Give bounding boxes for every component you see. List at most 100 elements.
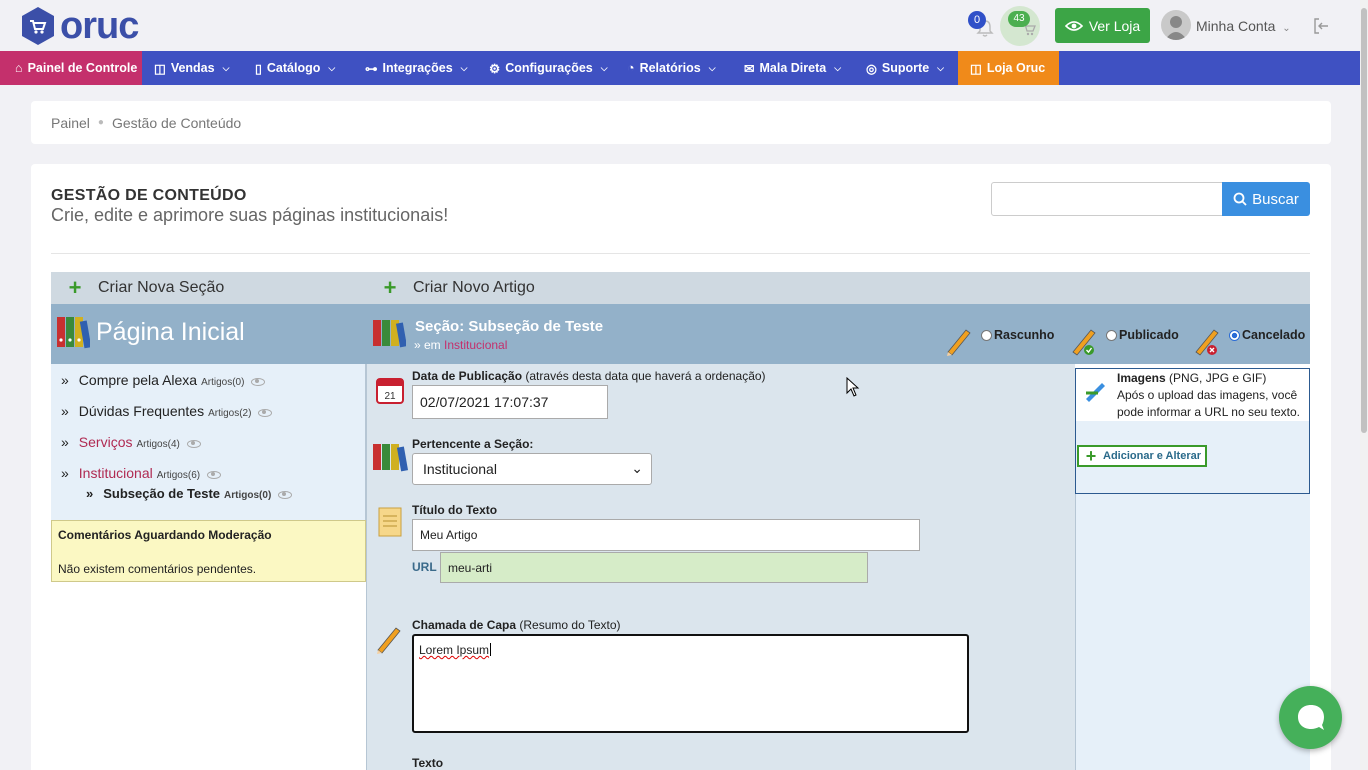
home-page-header[interactable]: Página Inicial xyxy=(51,304,366,364)
mail-icon: ✉ xyxy=(744,61,755,76)
new-article-button[interactable]: + Criar Novo Artigo xyxy=(381,272,535,304)
logout-icon[interactable] xyxy=(1312,17,1330,35)
nav-integracoes[interactable]: ⊶ Integrações ⌵ xyxy=(353,51,477,85)
chevron-down-icon: ⌵ xyxy=(460,62,468,73)
nav-label: Loja Oruc xyxy=(986,61,1046,75)
section-parent-prefix: » em xyxy=(414,338,441,352)
section-parent-link[interactable]: Institucional xyxy=(444,338,507,352)
nav-label: Suporte xyxy=(881,61,930,75)
account-label: Minha Conta xyxy=(1196,18,1276,34)
eye-icon[interactable] xyxy=(258,409,273,417)
nav-painel[interactable]: ⌂ Painel de Controle xyxy=(0,51,142,85)
images-title: Imagens xyxy=(1117,371,1166,385)
search-button-label: Buscar xyxy=(1252,190,1299,208)
section-list: » Compre pela Alexa Artigos(0) » Dúvidas Fr… xyxy=(51,364,366,521)
add-images-button[interactable]: + Adicionar e Alterar xyxy=(1077,445,1207,467)
binders-icon xyxy=(373,320,406,348)
section-parent-line: » em Institucional xyxy=(414,338,507,352)
cart-icon: ◫ xyxy=(154,61,166,76)
chat-bubble-icon xyxy=(1298,705,1324,730)
summary-value: Lorem Ipsum xyxy=(419,643,490,657)
list-item-name[interactable]: Compre pela Alexa xyxy=(79,372,197,388)
list-item-count: Artigos(4) xyxy=(136,439,180,450)
status-cancelado[interactable]: Cancelado xyxy=(1229,328,1305,342)
add-images-label: Adicionar e Alterar xyxy=(1103,450,1202,462)
list-item-name[interactable]: Institucional xyxy=(79,465,153,481)
section-select-label: Pertencente a Seção: xyxy=(412,437,534,451)
status-label: Publicado xyxy=(1119,328,1179,342)
nav-label: Mala Direta xyxy=(759,61,827,75)
logo-text: oruc xyxy=(60,5,139,47)
new-section-button[interactable]: + Criar Nova Seção xyxy=(66,272,225,304)
brand-logo[interactable]: oruc xyxy=(20,5,139,47)
status-label: Cancelado xyxy=(1242,328,1306,342)
comments-panel: Comentários Aguardando Moderação Não exi… xyxy=(51,520,366,582)
pencil-icon xyxy=(377,627,401,654)
ver-loja-label: Ver Loja xyxy=(1088,17,1141,34)
section-title: Seção: Subseção de Teste xyxy=(415,318,604,335)
avatar[interactable] xyxy=(1161,10,1191,40)
scrollbar-thumb[interactable] xyxy=(1361,8,1367,433)
list-item-name[interactable]: Dúvidas Frequentes xyxy=(79,403,204,419)
list-item-count: Artigos(6) xyxy=(156,470,201,481)
calendar-icon: 21 xyxy=(376,378,404,404)
list-item[interactable]: » Dúvidas Frequentes Artigos(2) xyxy=(61,403,273,419)
nav-label: Integrações xyxy=(382,61,453,75)
summary-label: Chamada de Capa (Resumo do Texto) xyxy=(412,618,621,632)
breadcrumb-item-painel[interactable]: Painel xyxy=(51,115,90,131)
pie-chart-icon: ◔ xyxy=(627,61,635,75)
eye-icon[interactable] xyxy=(278,491,293,499)
account-menu[interactable]: Minha Conta ⌄ xyxy=(1196,18,1291,34)
list-item[interactable]: » Institucional Artigos(6) xyxy=(61,465,222,481)
comments-message: Não existem comentários pendentes. xyxy=(58,562,257,576)
chat-button[interactable] xyxy=(1279,686,1342,749)
nav-suporte[interactable]: ◎ Suporte ⌵ xyxy=(854,51,958,85)
radio-rascunho[interactable] xyxy=(981,329,992,341)
search-button[interactable]: Buscar xyxy=(1222,182,1310,216)
search-input[interactable] xyxy=(991,182,1223,216)
eye-icon[interactable] xyxy=(186,440,201,448)
eye-icon[interactable] xyxy=(207,471,222,479)
chevron-down-icon: ⌄ xyxy=(631,460,643,476)
eye-icon[interactable] xyxy=(251,378,266,386)
list-item[interactable]: » Serviços Artigos(4) xyxy=(61,434,201,450)
pencil-cancel-icon xyxy=(1195,329,1219,356)
radio-cancelado[interactable] xyxy=(1229,329,1240,341)
images-info: Imagens (PNG, JPG e GIF) Após o upload d… xyxy=(1117,370,1307,421)
list-item-name[interactable]: Subseção de Teste xyxy=(103,486,220,501)
nav-vendas[interactable]: ◫ Vendas ⌵ xyxy=(142,51,243,85)
summary-textarea[interactable]: Lorem Ipsum xyxy=(412,634,969,733)
section-select[interactable]: Institucional ⌄ xyxy=(412,453,652,485)
ver-loja-button[interactable]: Ver Loja xyxy=(1055,8,1150,43)
list-item[interactable]: » Compre pela Alexa Artigos(0) xyxy=(61,372,266,388)
pub-date-label-text: Data de Publicação xyxy=(412,369,523,383)
chevron-down-icon: ⌵ xyxy=(937,62,944,73)
binders-icon xyxy=(57,317,90,349)
nav-label: Configurações xyxy=(505,61,593,75)
status-rascunho[interactable]: Rascunho xyxy=(981,328,1054,342)
chevron-right-icon: » xyxy=(61,372,69,388)
title-field[interactable]: Meu Artigo xyxy=(412,519,920,551)
pub-date-field[interactable]: 02/07/2021 17:07:37 xyxy=(412,385,608,419)
nav-label: Relatórios xyxy=(639,61,701,75)
status-publicado[interactable]: Publicado xyxy=(1106,328,1179,342)
chevron-right-icon: » xyxy=(61,465,69,481)
nav-catalogo[interactable]: ▯ Catálogo ⌵ xyxy=(243,51,353,85)
nav-relatorios[interactable]: ◔ Relatórios ⌵ xyxy=(615,51,732,85)
radio-publicado[interactable] xyxy=(1106,329,1117,341)
section-select-value: Institucional xyxy=(423,461,497,477)
url-field[interactable]: meu-arti xyxy=(440,552,868,583)
divider xyxy=(51,253,1310,254)
chevron-down-icon: ⌵ xyxy=(708,62,716,73)
binders-icon xyxy=(373,444,408,472)
breadcrumb-separator: ● xyxy=(97,117,104,128)
page-scrollbar[interactable] xyxy=(1360,0,1368,770)
plus-icon: + xyxy=(1085,446,1097,466)
list-item-active[interactable]: » Subseção de Teste Artigos(0) xyxy=(86,486,293,501)
nav-loja-oruc[interactable]: ◫ Loja Oruc xyxy=(958,51,1059,85)
list-item-name[interactable]: Serviços xyxy=(79,434,133,450)
chevron-down-icon: ⌵ xyxy=(834,62,842,73)
chevron-down-icon: ⌄ xyxy=(1282,23,1291,34)
nav-mala-direta[interactable]: ✉ Mala Direta ⌵ xyxy=(732,51,854,85)
nav-configuracoes[interactable]: ⚙ Configurações ⌵ xyxy=(477,51,615,85)
